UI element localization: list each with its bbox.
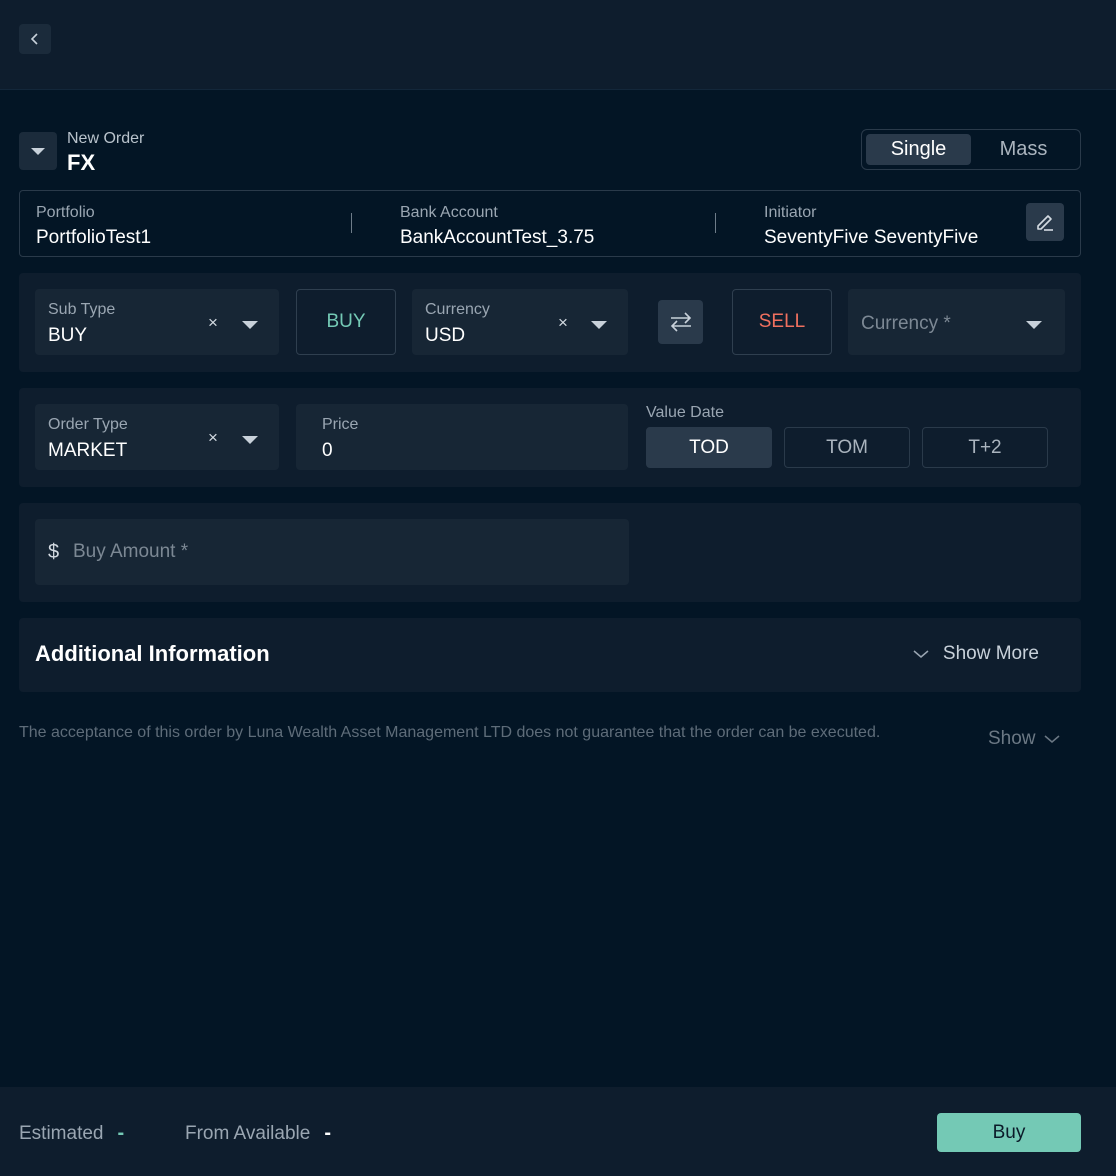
chevron-down-icon[interactable] xyxy=(242,436,258,444)
chevron-down-icon[interactable] xyxy=(591,321,607,329)
sell-currency-placeholder: Currency * xyxy=(861,313,951,334)
price-value: 0 xyxy=(322,440,333,461)
order-panel: Order Type MARKET × Price 0 Value Date T… xyxy=(19,388,1081,487)
swap-arrows-icon xyxy=(670,312,691,332)
available-summary: From Available - xyxy=(185,1122,331,1145)
bank-account-info: Bank Account BankAccountTest_3.75 xyxy=(400,203,594,251)
value-date-tom[interactable]: TOM xyxy=(784,427,910,468)
disclaimer-show-toggle[interactable]: Show xyxy=(988,728,1060,750)
buy-submit-button[interactable]: Buy xyxy=(937,1113,1081,1152)
top-bar xyxy=(0,0,1116,90)
order-subtitle: New Order xyxy=(67,130,145,147)
collapse-button[interactable] xyxy=(19,132,57,170)
value-date-label: Value Date xyxy=(646,404,724,421)
clear-icon[interactable]: × xyxy=(558,313,568,333)
show-more-label: Show More xyxy=(942,643,1039,664)
additional-info-title: Additional Information xyxy=(35,641,270,666)
back-button[interactable] xyxy=(19,24,51,54)
sell-button[interactable]: SELL xyxy=(732,289,832,355)
divider xyxy=(351,213,352,233)
account-info-bar: Portfolio PortfolioTest1 Bank Account Ba… xyxy=(19,190,1081,257)
available-value: - xyxy=(324,1122,331,1144)
edit-button[interactable] xyxy=(1026,203,1064,241)
show-more-toggle[interactable]: Show More xyxy=(913,643,1039,665)
available-label: From Available xyxy=(185,1122,311,1144)
tab-single[interactable]: Single xyxy=(866,134,971,165)
additional-info-panel: Additional Information Show More xyxy=(19,618,1081,692)
chevron-down-icon[interactable] xyxy=(242,321,258,329)
order-type-value: MARKET xyxy=(48,440,128,461)
order-title: FX xyxy=(67,150,96,175)
bank-account-value: BankAccountTest_3.75 xyxy=(400,227,595,248)
sell-currency-select[interactable]: Currency * xyxy=(848,289,1065,355)
initiator-label: Initiator xyxy=(764,204,817,221)
divider xyxy=(715,213,716,233)
tab-mass[interactable]: Mass xyxy=(971,134,1076,165)
portfolio-label: Portfolio xyxy=(36,204,95,221)
subtype-value: BUY xyxy=(48,325,88,346)
buy-button[interactable]: BUY xyxy=(296,289,396,355)
buy-currency-value: USD xyxy=(425,325,466,346)
order-type-select[interactable]: Order Type MARKET × xyxy=(35,404,279,470)
order-kind: New Order FX xyxy=(67,130,144,176)
buy-amount-input[interactable] xyxy=(73,537,593,567)
subtype-select[interactable]: Sub Type BUY × xyxy=(35,289,279,355)
clear-icon[interactable]: × xyxy=(208,313,218,333)
chevron-left-icon xyxy=(30,33,38,45)
chevron-down-icon xyxy=(913,650,929,658)
buy-amount-field[interactable]: $ xyxy=(35,519,629,585)
price-input[interactable]: Price 0 xyxy=(296,404,628,470)
price-label: Price xyxy=(322,416,359,433)
show-label: Show xyxy=(988,728,1036,749)
chevron-down-icon xyxy=(1044,735,1060,743)
disclaimer-text: The acceptance of this order by Luna Wea… xyxy=(19,724,881,741)
order-header: New Order FX Single Mass xyxy=(19,129,1081,176)
estimated-value: - xyxy=(117,1122,125,1144)
initiator-info: Initiator SeventyFive SeventyFive xyxy=(764,203,978,251)
subtype-label: Sub Type xyxy=(48,301,116,318)
portfolio-info: Portfolio PortfolioTest1 xyxy=(36,203,151,251)
mode-toggle: Single Mass xyxy=(861,129,1081,170)
trade-panel: Sub Type BUY × BUY Currency USD × SELL C… xyxy=(19,273,1081,372)
amount-panel: $ xyxy=(19,503,1081,602)
currency-symbol: $ xyxy=(48,541,60,563)
portfolio-value: PortfolioTest1 xyxy=(36,227,152,248)
estimated-label: Estimated xyxy=(19,1122,104,1144)
buy-currency-label: Currency xyxy=(425,301,490,318)
order-footer: Estimated - From Available - Buy xyxy=(0,1087,1116,1176)
pencil-icon xyxy=(1037,215,1053,231)
value-date-t2[interactable]: T+2 xyxy=(922,427,1048,468)
order-type-label: Order Type xyxy=(48,416,128,433)
initiator-value: SeventyFive SeventyFive xyxy=(764,227,979,248)
value-date-tod[interactable]: TOD xyxy=(646,427,772,468)
swap-button[interactable] xyxy=(658,300,703,344)
chevron-down-icon[interactable] xyxy=(1026,321,1042,329)
estimated-summary: Estimated - xyxy=(19,1122,124,1145)
bank-account-label: Bank Account xyxy=(400,204,498,221)
buy-currency-select[interactable]: Currency USD × xyxy=(412,289,628,355)
caret-down-icon xyxy=(31,147,45,155)
clear-icon[interactable]: × xyxy=(208,428,218,448)
